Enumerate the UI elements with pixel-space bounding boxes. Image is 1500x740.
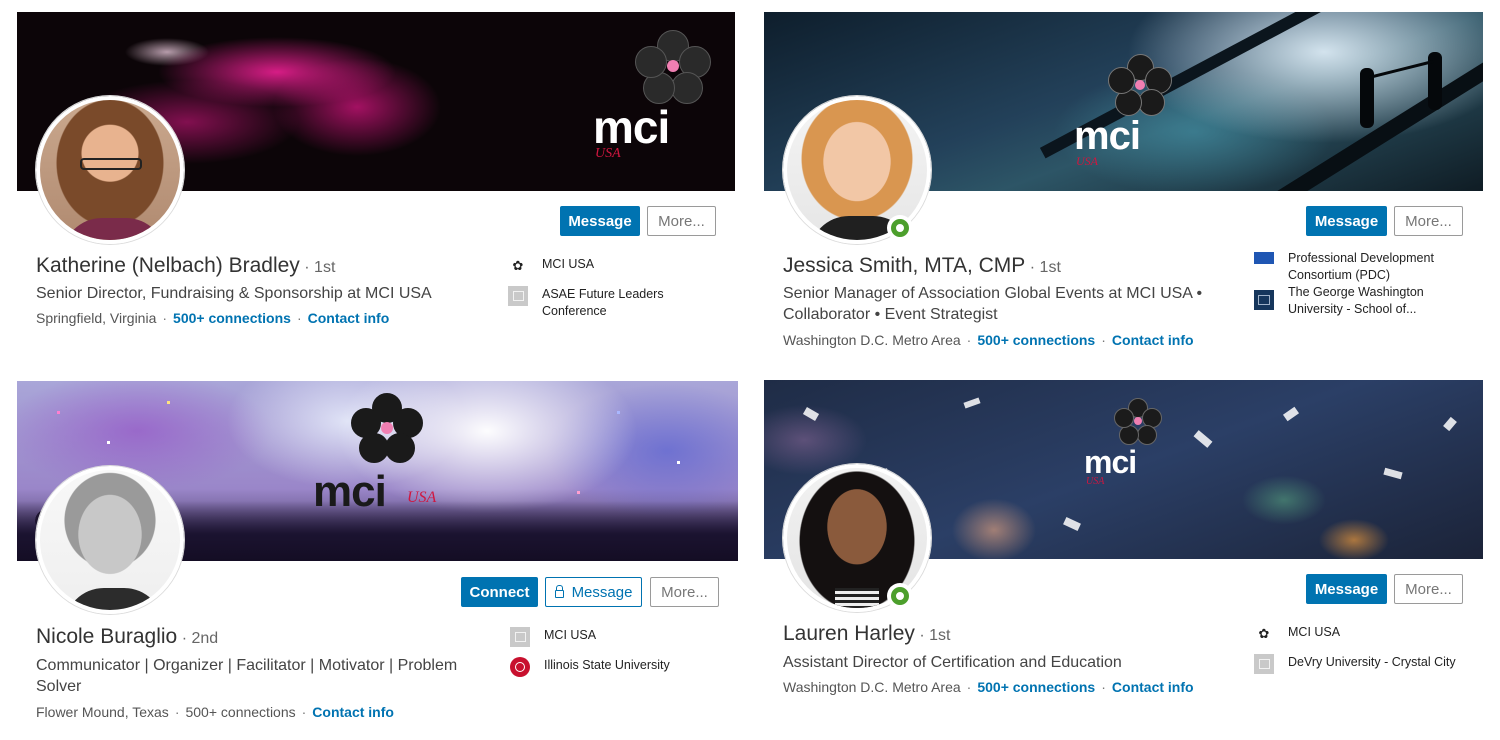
mci-logo-sub: USA xyxy=(407,489,437,506)
avatar[interactable] xyxy=(36,466,184,614)
mci-flower-logo xyxy=(1108,54,1172,118)
profile-headline: Senior Director, Fundraising & Sponsorsh… xyxy=(36,285,432,302)
more-button[interactable]: More... xyxy=(650,577,719,607)
mci-logo-icon: ✿ xyxy=(512,258,524,273)
contact-info-link[interactable]: Contact info xyxy=(1112,332,1194,348)
more-button[interactable]: More... xyxy=(1394,206,1463,236)
connections-link[interactable]: 500+ connections xyxy=(977,679,1095,695)
current-company[interactable]: ✿ MCI USA xyxy=(1254,624,1469,644)
profile-meta: Washington D.C. Metro Area · 500+ connecti… xyxy=(783,332,1194,348)
mci-logo-text: mci xyxy=(313,467,387,516)
contact-info-link[interactable]: Contact info xyxy=(312,704,394,720)
more-button[interactable]: More... xyxy=(647,206,716,236)
profile-headline: Assistant Director of Certification and … xyxy=(783,654,1122,671)
profile-name-text[interactable]: Nicole Buraglio xyxy=(36,625,177,648)
more-button[interactable]: More... xyxy=(1394,574,1463,604)
profile-name-text[interactable]: Lauren Harley xyxy=(783,622,915,645)
current-company[interactable]: Professional Development Consortium (PDC… xyxy=(1254,250,1454,284)
profile-headline: Communicator | Organizer | Facilitator |… xyxy=(36,657,458,695)
profile-name-text[interactable]: Katherine (Nelbach) Bradley xyxy=(36,254,300,277)
current-company[interactable]: MCI USA xyxy=(510,627,710,647)
connection-degree: 1st xyxy=(929,627,951,644)
online-status-icon xyxy=(887,215,913,241)
profile-meta: Flower Mound, Texas · 500+ connections · Con… xyxy=(36,704,394,720)
school-icon xyxy=(1254,654,1274,674)
connection-degree: 1st xyxy=(1039,259,1061,276)
mci-flower-logo xyxy=(351,393,423,465)
message-button[interactable]: Message xyxy=(545,577,642,607)
mci-flower-logo xyxy=(1114,398,1162,446)
connection-degree: 2nd xyxy=(191,630,219,647)
mci-logo-sub: USA xyxy=(1086,476,1105,487)
isu-logo-icon xyxy=(510,657,530,677)
profile-side-info: MCI USA Illinois State University xyxy=(510,627,710,687)
connection-degree: 1st xyxy=(314,259,336,276)
profile-side-info: ✿ MCI USA ASAE Future Leaders Conference xyxy=(508,256,698,330)
contact-info-link[interactable]: Contact info xyxy=(1112,679,1194,695)
current-company[interactable]: ✿ MCI USA xyxy=(508,256,698,276)
profile-name: Nicole Buraglio · 2nd xyxy=(36,625,219,648)
education[interactable]: ASAE Future Leaders Conference xyxy=(508,286,698,320)
avatar[interactable] xyxy=(36,96,184,244)
profile-headline: Senior Manager of Association Global Eve… xyxy=(783,285,1203,323)
message-button[interactable]: Message xyxy=(560,206,640,236)
education[interactable]: Illinois State University xyxy=(510,657,710,677)
connections-link[interactable]: 500+ connections xyxy=(173,310,291,326)
connect-button[interactable]: Connect xyxy=(461,577,538,607)
connections-count: 500+ connections xyxy=(185,704,296,720)
message-button[interactable]: Message xyxy=(1306,574,1387,604)
profile-side-info: ✿ MCI USA DeVry University - Crystal Cit… xyxy=(1254,624,1469,684)
location: Springfield, Virginia xyxy=(36,310,157,326)
contact-info-link[interactable]: Contact info xyxy=(308,310,390,326)
school-icon xyxy=(508,286,528,306)
mci-logo-sub: USA xyxy=(1076,154,1098,168)
profile-name: Lauren Harley · 1st xyxy=(783,622,951,645)
mci-logo-text: mci xyxy=(1074,114,1141,158)
mci-logo-icon: ✿ xyxy=(1258,626,1270,641)
location: Flower Mound, Texas xyxy=(36,704,169,720)
online-status-icon xyxy=(887,583,913,609)
mci-flower-logo xyxy=(635,30,711,106)
mci-logo-sub: USA xyxy=(595,146,621,161)
education[interactable]: The George Washington University - Schoo… xyxy=(1254,284,1454,318)
profile-name-text[interactable]: Jessica Smith, MTA, CMP xyxy=(783,254,1025,277)
education[interactable]: DeVry University - Crystal City xyxy=(1254,654,1469,674)
profile-side-info: Professional Development Consortium (PDC… xyxy=(1254,250,1454,328)
profile-meta: Springfield, Virginia · 500+ connections · C… xyxy=(36,310,390,326)
location: Washington D.C. Metro Area xyxy=(783,332,961,348)
profile-name: Katherine (Nelbach) Bradley · 1st xyxy=(36,254,336,277)
company-icon xyxy=(510,627,530,647)
message-button[interactable]: Message xyxy=(1306,206,1387,236)
connections-link[interactable]: 500+ connections xyxy=(977,332,1095,348)
lock-icon xyxy=(554,585,564,598)
profile-name: Jessica Smith, MTA, CMP · 1st xyxy=(783,254,1061,277)
pdc-logo-icon xyxy=(1254,252,1274,264)
gwu-logo-icon xyxy=(1254,290,1274,310)
profile-meta: Washington D.C. Metro Area · 500+ connecti… xyxy=(783,679,1194,695)
location: Washington D.C. Metro Area xyxy=(783,679,961,695)
